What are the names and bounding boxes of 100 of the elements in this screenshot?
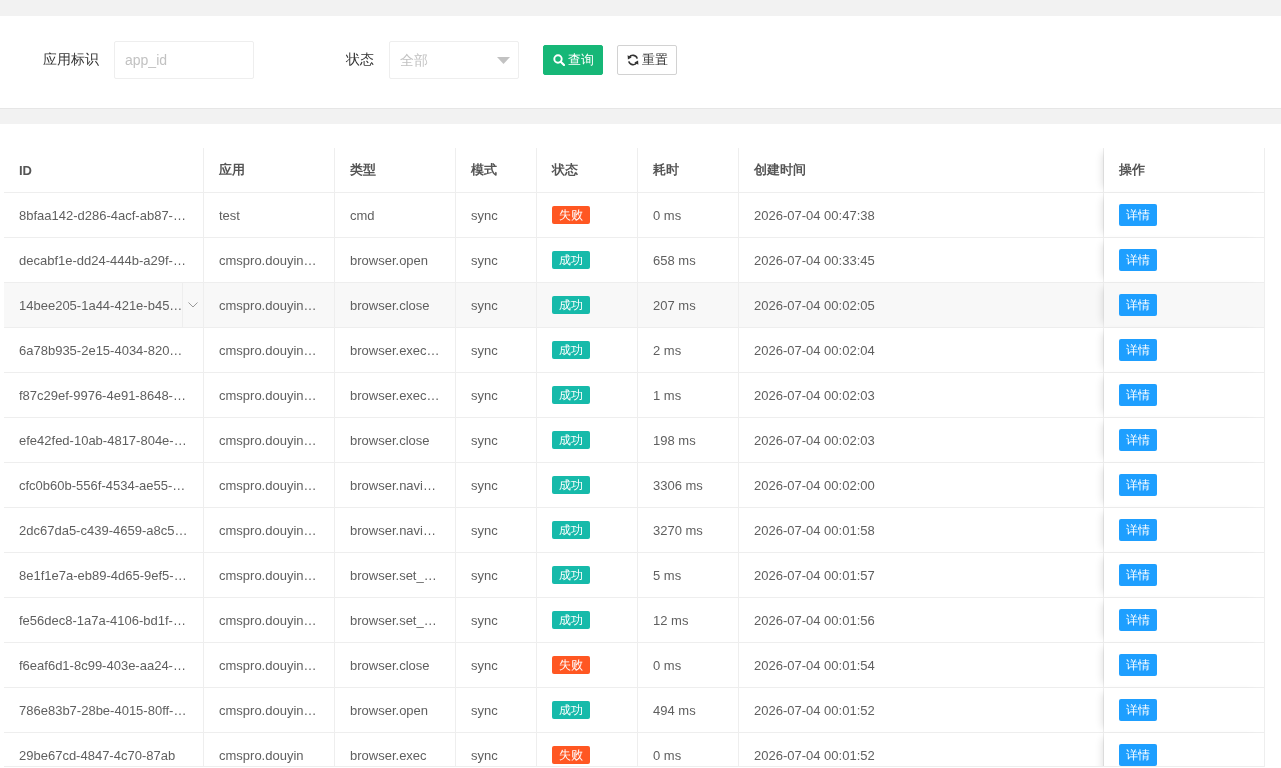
table-cell: cmspro.douyin… [204, 238, 335, 283]
field-label: 应用标识 [43, 51, 99, 69]
table-cell: test [204, 193, 335, 238]
status-badge: 成功 [552, 476, 590, 494]
table-cell: cfc0b60b-556f-4534-ae55-… [4, 463, 204, 508]
table-cell: browser.open [335, 238, 456, 283]
details-button[interactable]: 详情 [1119, 609, 1157, 631]
search-icon [552, 54, 565, 66]
table-cell: 2026-07-04 00:47:38 [739, 193, 1104, 238]
cell-text: 14bee205-1a44-421e-b45… [19, 297, 183, 313]
table-cell: 207 ms [638, 283, 739, 328]
table-cell: sync [456, 418, 537, 463]
table-cell: 786e83b7-28be-4015-80ff-… [4, 688, 204, 733]
table-cell: 2dc67da5-c439-4659-a8c5… [4, 508, 204, 553]
table-cell: cmspro.douyin… [204, 598, 335, 643]
app-id-field[interactable]: app_id [114, 41, 254, 79]
table-cell: decabf1e-dd24-444b-a29f-… [4, 238, 204, 283]
table-cell: browser.navi… [335, 463, 456, 508]
table-cell: 494 ms [638, 688, 739, 733]
table-cell: sync [456, 553, 537, 598]
table-cell: 8e1f1e7a-eb89-4d65-9ef5-… [4, 553, 204, 598]
table-cell: 6a78b935-2e15-4034-820… [4, 328, 204, 373]
status-badge: 成功 [552, 701, 590, 719]
table-cell: f87c29ef-9976-4e91-8648-… [4, 373, 204, 418]
details-button[interactable]: 详情 [1119, 204, 1157, 226]
table-cell: sync [456, 508, 537, 553]
table-cell: cmspro.douyin… [204, 283, 335, 328]
details-button[interactable]: 详情 [1119, 564, 1157, 586]
status-badge: 成功 [552, 431, 590, 449]
table-cell: sync [456, 463, 537, 508]
table-cell: 2026-07-04 00:01:58 [739, 508, 1104, 553]
column-header: 耗时 [638, 148, 739, 193]
status-badge: 失败 [552, 746, 590, 764]
table-cell: cmspro.douyin… [204, 418, 335, 463]
table-cell: 2026-07-04 00:02:04 [739, 328, 1104, 373]
table-cell: 3270 ms [638, 508, 739, 553]
table-cell: 2026-07-04 00:02:00 [739, 463, 1104, 508]
column-header: 创建时间 [739, 148, 1104, 193]
table-cell: 12 ms [638, 598, 739, 643]
table-cell: sync [456, 283, 537, 328]
status-badge: 失败 [552, 206, 590, 224]
table-cell: f6eaf6d1-8c99-403e-aa24-… [4, 643, 204, 688]
table-cell: browser.close [335, 283, 456, 328]
table-cell: 1 ms [638, 373, 739, 418]
table-cell: browser.exec… [335, 328, 456, 373]
table-cell: 2026-07-04 00:01:57 [739, 553, 1104, 598]
status-badge: 成功 [552, 611, 590, 629]
table-cell: browser.set_… [335, 553, 456, 598]
table-cell: sync [456, 238, 537, 283]
table-cell: browser.exec… [335, 373, 456, 418]
details-button[interactable]: 详情 [1119, 384, 1157, 406]
table-cell: 5 ms [638, 553, 739, 598]
table-cell: browser.close [335, 643, 456, 688]
table-cell: 0 ms [638, 193, 739, 238]
details-button[interactable]: 详情 [1119, 339, 1157, 361]
table-cell: efe42fed-10ab-4817-804e-… [4, 418, 204, 463]
status-badge: 成功 [552, 521, 590, 539]
field-label: 状态 [346, 51, 374, 69]
table-cell: 2026-07-04 00:02:03 [739, 373, 1104, 418]
table-cell: 2 ms [638, 328, 739, 373]
status-badge: 成功 [552, 566, 590, 584]
refresh-icon [626, 54, 639, 66]
status-badge: 成功 [552, 296, 590, 314]
table-cell: cmspro.douyin… [204, 643, 335, 688]
details-button[interactable]: 详情 [1119, 429, 1157, 451]
column-header: 类型 [335, 148, 456, 193]
table-cell: sync [456, 688, 537, 733]
details-button[interactable]: 详情 [1119, 744, 1157, 766]
table-cell: browser.set_… [335, 598, 456, 643]
table-cell: browser.navi… [335, 508, 456, 553]
details-button[interactable]: 详情 [1119, 519, 1157, 541]
column-header: 模式 [456, 148, 537, 193]
chevron-down-icon [188, 302, 198, 308]
status-badge: 失败 [552, 656, 590, 674]
status-select[interactable]: 全部 [389, 41, 519, 79]
table-cell: cmspro.douyin… [204, 553, 335, 598]
column-header: ID [4, 148, 204, 193]
table-cell: 3306 ms [638, 463, 739, 508]
table-cell: fe56dec8-1a7a-4106-bd1f-… [4, 598, 204, 643]
table-cell: sync [456, 643, 537, 688]
details-button[interactable]: 详情 [1119, 699, 1157, 721]
column-header: 操作 [1104, 148, 1265, 193]
table-cell: 8bfaa142-d286-4acf-ab87-… [4, 193, 204, 238]
search-button[interactable]: 查询 [543, 45, 603, 75]
reset-button[interactable]: 重置 [617, 45, 677, 75]
table-cell: cmspro.douyin… [204, 463, 335, 508]
table-cell: 2026-07-04 00:02:03 [739, 418, 1104, 463]
table-cell: cmspro.douyin… [204, 688, 335, 733]
status-badge: 成功 [552, 386, 590, 404]
table-cell: cmspro.douyin… [204, 508, 335, 553]
table-cell: sync [456, 193, 537, 238]
table-cell: 198 ms [638, 418, 739, 463]
details-button[interactable]: 详情 [1119, 294, 1157, 316]
details-button[interactable]: 详情 [1119, 474, 1157, 496]
table-cell: 2026-07-04 00:01:52 [739, 688, 1104, 733]
table-cell: browser.close [335, 418, 456, 463]
details-button[interactable]: 详情 [1119, 654, 1157, 676]
table-cell: 2026-07-04 00:02:05 [739, 283, 1104, 328]
table-cell: 0 ms [638, 643, 739, 688]
details-button[interactable]: 详情 [1119, 249, 1157, 271]
